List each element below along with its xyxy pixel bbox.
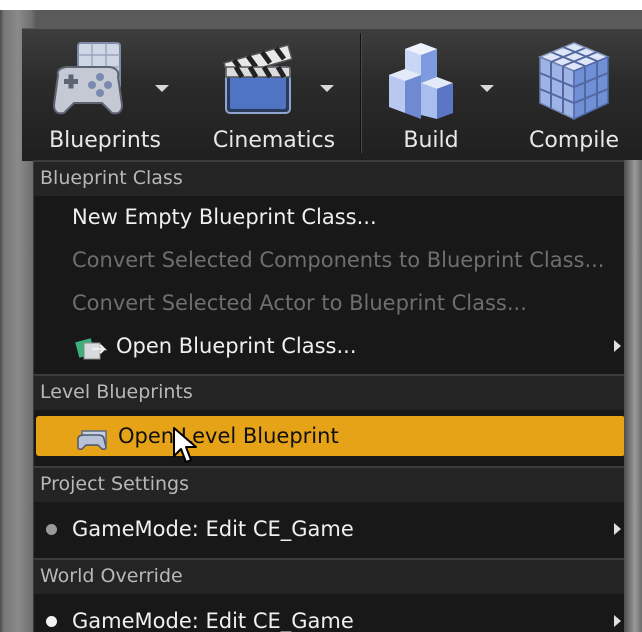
level-blueprint-icon [76, 424, 110, 464]
section-header-world-override: World Override [34, 558, 631, 594]
section-header-level-blueprints: Level Blueprints [34, 374, 631, 410]
clapperboard-icon [216, 39, 300, 125]
chevron-down-icon[interactable] [480, 85, 494, 92]
open-blueprint-icon [74, 334, 108, 374]
compile-toolbar-button[interactable]: Compile [512, 33, 636, 157]
blueprints-toolbar-button[interactable]: Blueprints [30, 33, 180, 157]
gamepad-icon [48, 39, 134, 125]
blueprints-dropdown-menu: Blueprint Class New Empty Blueprint Clas… [33, 160, 632, 632]
section-header-project-settings: Project Settings [34, 466, 631, 502]
bullet-icon [46, 616, 57, 627]
project-gamemode-item[interactable]: GameMode: Edit CE_Game [34, 509, 631, 549]
build-label: Build [403, 128, 459, 153]
cinematics-toolbar-button[interactable]: Cinematics [192, 33, 356, 157]
build-blocks-icon [381, 39, 461, 127]
section-header-blueprint-class: Blueprint Class [34, 160, 631, 196]
chevron-right-icon [614, 340, 621, 352]
compile-label: Compile [529, 128, 619, 153]
new-empty-blueprint-class-item[interactable]: New Empty Blueprint Class... [34, 197, 631, 237]
chevron-down-icon[interactable] [155, 85, 169, 92]
compile-cube-icon [534, 39, 614, 127]
editor-window: Blueprints Cinematics Build Compile Blue… [0, 10, 642, 632]
blueprints-label: Blueprints [49, 128, 161, 153]
toolbar-separator [360, 33, 361, 153]
bullet-icon [46, 524, 57, 535]
open-blueprint-class-item[interactable]: Open Blueprint Class... [34, 326, 631, 366]
cinematics-label: Cinematics [212, 128, 336, 153]
chevron-right-icon [614, 615, 621, 627]
chevron-right-icon [614, 523, 621, 535]
world-gamemode-item[interactable]: GameMode: Edit CE_Game [34, 601, 631, 632]
build-toolbar-button[interactable]: Build [366, 33, 496, 157]
main-toolbar: Blueprints Cinematics Build Compile [22, 28, 642, 161]
open-level-blueprint-item[interactable]: Open Level Blueprint [36, 416, 625, 456]
convert-actor-item[interactable]: Convert Selected Actor to Blueprint Clas… [34, 283, 631, 323]
chevron-down-icon[interactable] [320, 85, 334, 92]
mouse-cursor-icon [172, 426, 200, 470]
convert-components-item[interactable]: Convert Selected Components to Blueprint… [34, 240, 631, 280]
